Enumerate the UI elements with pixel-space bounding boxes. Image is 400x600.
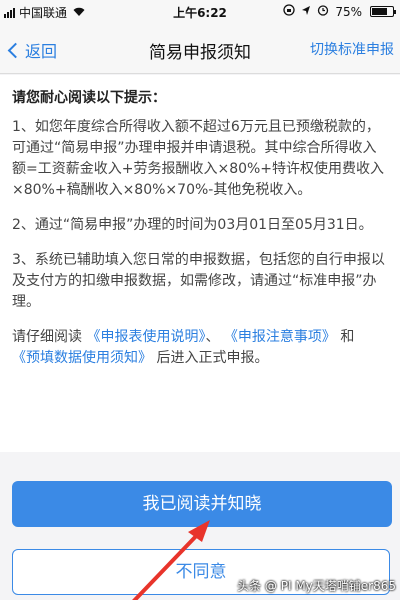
- closing-suffix: 后进入正式申报。: [156, 350, 269, 366]
- link-form-instructions[interactable]: 《申报表使用说明》: [86, 329, 205, 345]
- status-bar: 中国联通 上午6:22 75%: [0, 0, 400, 24]
- confirm-read-button[interactable]: 我已阅读并知晓: [12, 481, 392, 527]
- notice-panel: 请您耐心阅读以下提示： 1、如您年度综合所得收入额不超过6万元且已预缴税款的，可…: [0, 75, 400, 452]
- navigation-bar: 返回 简易申报须知 切换标准申报: [0, 24, 400, 74]
- notice-item-2: 2、通过“简易申报”办理的时间为03月01日至05月31日。: [12, 217, 373, 233]
- notice-heading: 请您耐心阅读以下提示：: [12, 90, 166, 106]
- battery-icon: [370, 6, 396, 17]
- orientation-lock-icon: [283, 4, 295, 19]
- watermark-text: 头条 @ PI My天塔哨铺er865: [237, 579, 396, 593]
- notice-item-1: 1、如您年度综合所得收入额不超过6万元且已预缴税款的，可通过“简易申报”办理申报…: [12, 119, 385, 198]
- link-filing-notes[interactable]: 《申报注意事项》: [224, 329, 336, 345]
- location-icon: [301, 5, 311, 19]
- closing-and: 和: [340, 329, 355, 345]
- switch-standard-declaration-link[interactable]: 切换标准申报: [310, 39, 394, 59]
- closing-separator: 、: [205, 329, 220, 345]
- status-right: 75%: [283, 4, 396, 19]
- notice-closing: 请仔细阅读 《申报表使用说明》、 《申报注意事项》 和《预填数据使用须知》 后进…: [12, 327, 390, 369]
- battery-percent: 75%: [335, 4, 362, 19]
- alarm-icon: [317, 4, 329, 19]
- link-prefill-data-notice[interactable]: 《预填数据使用须知》: [12, 350, 152, 366]
- watermark: 头条 @ PI My天塔哨铺er865: [237, 577, 396, 594]
- closing-prefix: 请仔细阅读: [12, 329, 82, 345]
- notice-item-3: 3、系统已辅助填入您日常的申报数据，包括您的自行申报以及支付方的扣缴申报数据，如…: [12, 252, 385, 310]
